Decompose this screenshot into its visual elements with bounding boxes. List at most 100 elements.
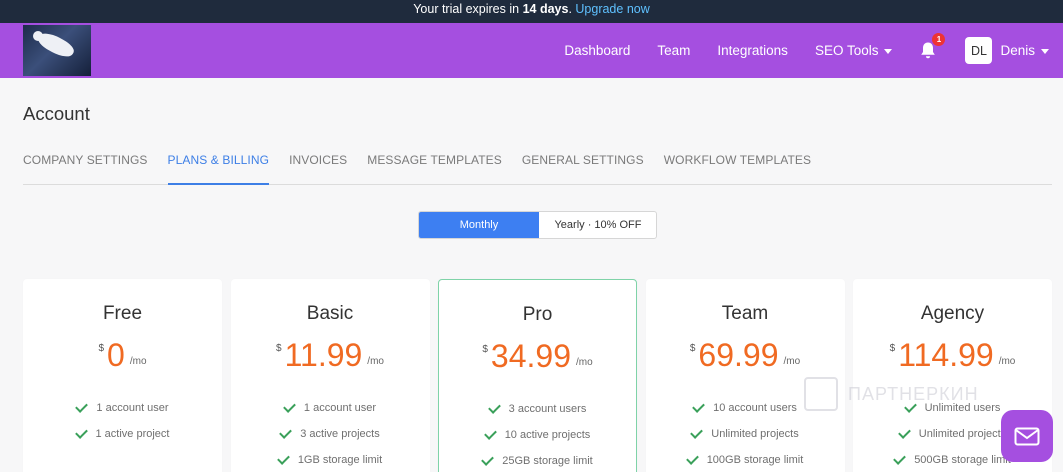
nav-dashboard[interactable]: Dashboard xyxy=(564,43,630,58)
watermark-logo-icon xyxy=(804,377,838,411)
upgrade-link[interactable]: Upgrade now xyxy=(575,2,649,16)
page-title: Account xyxy=(23,103,90,124)
yearly-button[interactable]: Yearly · 10% OFF xyxy=(539,212,656,238)
feature-item: 100GB storage limit xyxy=(646,447,845,472)
notifications-button[interactable]: 1 xyxy=(919,32,946,61)
plan-name: Team xyxy=(721,303,769,324)
check-icon xyxy=(74,425,88,439)
price: $ 0 /mo xyxy=(23,337,222,373)
feature-label: 3 account users xyxy=(508,403,587,415)
avatar[interactable]: DL xyxy=(965,37,993,64)
monthly-button[interactable]: Monthly xyxy=(419,212,539,238)
plan-card-pro[interactable]: Pro $ 34.99 /mo 3 account users 10 activ… xyxy=(438,279,637,472)
currency: $ xyxy=(276,343,282,354)
feature-item: 1 account user xyxy=(231,395,430,421)
tab-message-templates[interactable]: MESSAGE TEMPLATES xyxy=(367,150,502,185)
price-amount: 34.99 xyxy=(490,338,571,374)
check-icon xyxy=(276,451,290,465)
company-logo[interactable] xyxy=(23,25,91,76)
feature-item: 1 active project xyxy=(23,421,222,447)
price: $ 11.99 /mo xyxy=(231,337,430,373)
plan-cards: Free $ 0 /mo 1 account user 1 active pro… xyxy=(23,279,1052,472)
feature-label: 1 active project xyxy=(95,428,170,440)
price-period: /mo xyxy=(998,356,1016,367)
feature-label: 3 active projects xyxy=(300,428,380,440)
check-icon xyxy=(692,399,705,413)
plan-name: Agency xyxy=(920,303,985,324)
plan-name: Basic xyxy=(306,303,354,324)
tab-general-settings[interactable]: GENERAL SETTINGS xyxy=(522,150,644,185)
watermark-text: ПАРТНЕРКИН xyxy=(848,383,979,404)
tab-invoices[interactable]: INVOICES xyxy=(289,150,347,185)
feature-item: 25GB storage limit xyxy=(439,448,636,472)
feature-item: 10 active projects xyxy=(439,422,636,448)
price-amount: 11.99 xyxy=(284,337,363,373)
trial-text-prefix: Your trial expires in xyxy=(413,2,523,16)
notification-badge: 1 xyxy=(932,32,946,46)
price-period: /mo xyxy=(367,356,384,367)
user-name: Denis xyxy=(1000,43,1035,58)
feature-item: 1 account user xyxy=(23,395,222,421)
price-amount: 0 xyxy=(107,337,125,373)
check-icon xyxy=(690,425,704,439)
feature-label: Unlimited projects xyxy=(918,428,1007,440)
feature-list: 1 account user 3 active projects 1GB sto… xyxy=(231,395,430,472)
price-amount: 69.99 xyxy=(698,337,779,373)
price-period: /mo xyxy=(783,356,801,367)
nav-seo-tools-label: SEO Tools xyxy=(814,43,879,58)
nav-links: Dashboard Team Integrations SEO Tools 1 … xyxy=(564,23,1063,78)
check-icon xyxy=(279,425,293,439)
price-period: /mo xyxy=(129,356,147,367)
currency: $ xyxy=(482,344,488,355)
tab-plans-billing[interactable]: PLANS & BILLING xyxy=(167,150,270,185)
feature-item: 3 account users xyxy=(439,396,636,422)
chevron-down-icon xyxy=(1041,49,1049,54)
currency: $ xyxy=(98,343,105,354)
feature-label: 100GB storage limit xyxy=(706,454,804,466)
price-period: /mo xyxy=(575,357,593,368)
check-icon xyxy=(487,400,501,414)
nav-team[interactable]: Team xyxy=(657,43,690,58)
currency: $ xyxy=(889,343,896,354)
plan-card-free[interactable]: Free $ 0 /mo 1 account user 1 active pro… xyxy=(23,279,222,472)
feature-label: 10 account users xyxy=(713,402,797,414)
account-tabs: COMPANY SETTINGS PLANS & BILLING INVOICE… xyxy=(23,150,1052,185)
feature-label: 1GB storage limit xyxy=(297,454,383,466)
feature-list: 1 account user 1 active project xyxy=(23,395,222,447)
price: $ 34.99 /mo xyxy=(439,338,636,374)
check-icon xyxy=(685,451,699,465)
trial-days: 14 days xyxy=(522,2,569,16)
feature-label: 1 account user xyxy=(96,402,169,414)
feature-label: 10 active projects xyxy=(504,429,591,441)
currency: $ xyxy=(689,343,696,354)
chevron-down-icon xyxy=(884,49,893,54)
tab-company-settings[interactable]: COMPANY SETTINGS xyxy=(23,150,148,185)
feature-item: 1GB storage limit xyxy=(231,447,430,472)
billing-period-toggle: Monthly Yearly · 10% OFF xyxy=(418,211,657,239)
nav-seo-tools[interactable]: SEO Tools xyxy=(815,43,893,58)
price: $ 114.99 /mo xyxy=(853,337,1052,373)
check-icon xyxy=(283,399,296,413)
price-amount: 114.99 xyxy=(898,337,994,373)
envelope-icon xyxy=(1014,427,1040,445)
check-icon xyxy=(893,451,907,465)
plan-name: Pro xyxy=(522,304,553,325)
feature-label: 1 account user xyxy=(303,402,377,414)
plan-card-basic[interactable]: Basic $ 11.99 /mo 1 account user 3 activ… xyxy=(230,279,430,472)
tab-workflow-templates[interactable]: WORKFLOW TEMPLATES xyxy=(664,150,811,185)
nav-integrations[interactable]: Integrations xyxy=(717,43,788,58)
plan-name: Free xyxy=(102,303,143,324)
feature-item: 3 active projects xyxy=(231,421,430,447)
chat-button[interactable] xyxy=(1001,410,1053,462)
trial-banner: Your trial expires in 14 days. Upgrade n… xyxy=(0,0,1063,23)
feature-label: 500GB storage limit xyxy=(914,454,1011,466)
check-icon xyxy=(483,426,497,440)
feature-item: Unlimited projects xyxy=(646,421,845,447)
price: $ 69.99 /mo xyxy=(646,337,845,373)
user-menu[interactable]: Denis xyxy=(1000,43,1049,58)
check-icon xyxy=(75,399,89,413)
check-icon xyxy=(897,425,911,439)
feature-label: 25GB storage limit xyxy=(502,455,593,467)
plan-card-team[interactable]: Team $ 69.99 /mo 10 account users Unlimi… xyxy=(645,279,845,472)
watermark: ПАРТНЕРКИН xyxy=(804,377,979,411)
